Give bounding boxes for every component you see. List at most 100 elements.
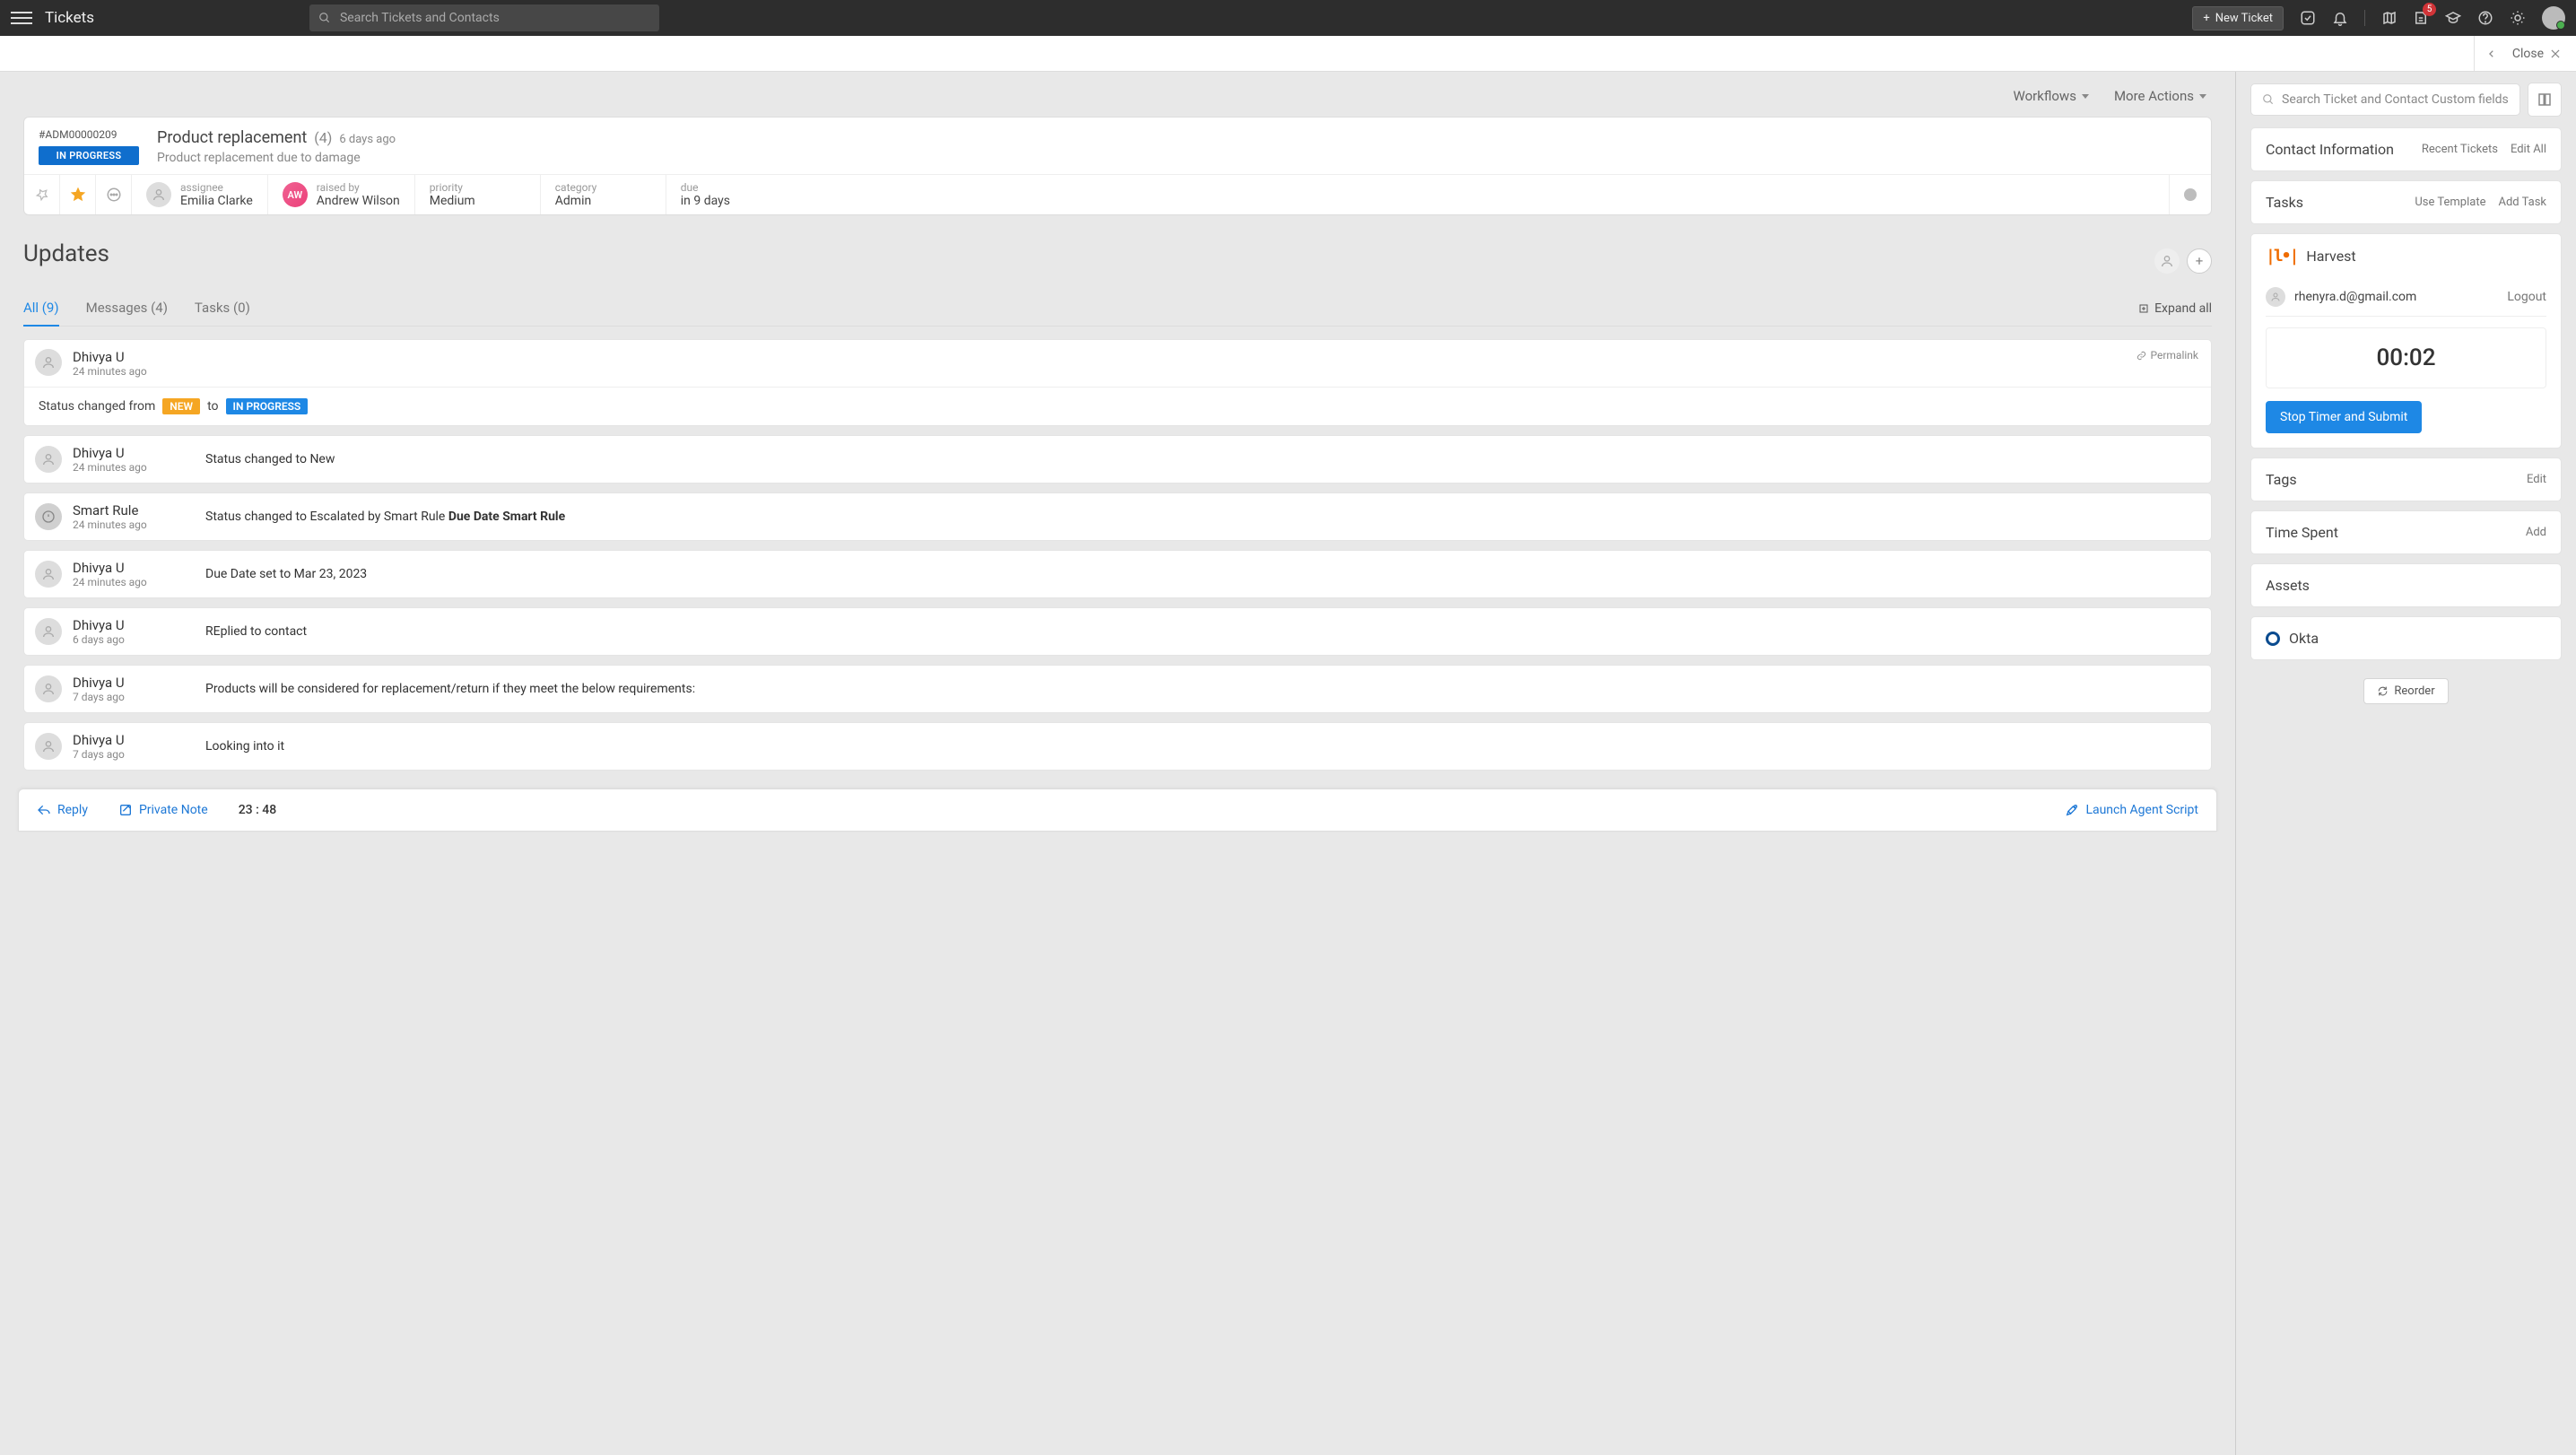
update-card[interactable]: Dhivya U7 days agoLooking into it — [23, 722, 2212, 771]
recent-tickets-link[interactable]: Recent Tickets — [2422, 143, 2498, 156]
private-note-button[interactable]: Private Note — [118, 803, 208, 817]
prev-button[interactable] — [2474, 36, 2509, 71]
assignee-cell[interactable]: assignee Emilia Clarke — [132, 175, 268, 214]
timespent-card[interactable]: Time Spent Add — [2250, 510, 2562, 554]
update-content: Status changed to New — [205, 452, 335, 466]
update-content: REplied to contact — [205, 624, 307, 639]
search-placeholder: Search Tickets and Contacts — [340, 11, 500, 25]
assignee-label: assignee — [180, 181, 253, 194]
update-card[interactable]: Smart Rule24 minutes agoStatus changed t… — [23, 492, 2212, 541]
expand-all-button[interactable]: Expand all — [2138, 300, 2212, 326]
ellipsis-icon — [106, 187, 122, 203]
more-button[interactable] — [96, 175, 132, 214]
user-icon — [2160, 254, 2174, 268]
right-book-button[interactable] — [2528, 83, 2562, 117]
update-header: Dhivya U24 minutes agoStatus changed to … — [24, 436, 2211, 483]
update-avatar — [35, 675, 62, 702]
closebar: Close — [0, 36, 2576, 72]
ticket-count: (4) — [314, 129, 332, 146]
inbox-icon[interactable]: 5 — [2413, 10, 2429, 26]
due-value: in 9 days — [681, 194, 730, 208]
bottombar-timer: 23 : 48 — [239, 803, 276, 817]
hamburger-menu[interactable] — [11, 7, 32, 29]
chevron-down-icon — [2199, 94, 2206, 99]
close-button[interactable]: Close — [2512, 47, 2562, 61]
approve-icon[interactable] — [2300, 10, 2316, 26]
right-search-input[interactable]: Search Ticket and Contact Custom fields — [2250, 83, 2520, 116]
tasks-card[interactable]: Tasks Use Template Add Task — [2250, 180, 2562, 224]
reorder-button[interactable]: Reorder — [2363, 678, 2448, 704]
contact-info-card[interactable]: Contact Information Recent Tickets Edit … — [2250, 127, 2562, 171]
pin-button[interactable] — [24, 175, 60, 214]
logout-link[interactable]: Logout — [2507, 290, 2546, 304]
search-icon — [318, 12, 331, 24]
due-cell[interactable]: due in 9 days — [666, 175, 2170, 214]
update-avatar — [35, 503, 62, 530]
tab-tasks[interactable]: Tasks (0) — [195, 300, 250, 326]
update-card[interactable]: Dhivya U6 days agoREplied to contact — [23, 607, 2212, 656]
edit-all-link[interactable]: Edit All — [2511, 143, 2546, 156]
user-icon — [152, 187, 166, 202]
update-card[interactable]: Dhivya U24 minutes agoPermalinkStatus ch… — [23, 339, 2212, 426]
update-content: Due Date set to Mar 23, 2023 — [205, 567, 367, 581]
priority-cell[interactable]: priority Medium — [415, 175, 541, 214]
new-ticket-button[interactable]: + New Ticket — [2192, 6, 2284, 30]
category-label: category — [555, 181, 597, 194]
user-avatar[interactable] — [2542, 6, 2565, 30]
help-icon[interactable] — [2477, 10, 2493, 26]
theme-icon[interactable] — [2510, 10, 2526, 26]
update-card[interactable]: Dhivya U7 days agoProducts will be consi… — [23, 665, 2212, 713]
reply-button[interactable]: Reply — [37, 803, 88, 817]
reply-icon — [37, 803, 51, 817]
raised-by-cell[interactable]: AW raised by Andrew Wilson — [268, 175, 415, 214]
launch-script-button[interactable]: Launch Agent Script — [2065, 803, 2198, 817]
permalink-link[interactable]: Permalink — [2137, 349, 2198, 362]
due-label: due — [681, 181, 730, 194]
update-avatar — [35, 733, 62, 760]
update-card[interactable]: Dhivya U24 minutes agoDue Date set to Ma… — [23, 550, 2212, 598]
add-participant-button[interactable]: + — [2187, 248, 2212, 274]
update-header: Dhivya U24 minutes agoPermalink — [24, 340, 2211, 387]
search-input[interactable]: Search Tickets and Contacts — [309, 4, 659, 31]
close-label: Close — [2512, 47, 2544, 61]
update-author: Dhivya U — [73, 560, 180, 576]
more-actions-dropdown[interactable]: More Actions — [2114, 88, 2206, 104]
plus-icon: + — [2196, 253, 2204, 269]
use-template-link[interactable]: Use Template — [2415, 196, 2485, 209]
graduation-icon[interactable] — [2445, 10, 2461, 26]
update-card[interactable]: Dhivya U24 minutes agoStatus changed to … — [23, 435, 2212, 484]
chevron-left-icon — [2487, 48, 2496, 60]
ticket-status-chip: IN PROGRESS — [39, 146, 139, 165]
update-author: Dhivya U — [73, 617, 180, 633]
okta-card[interactable]: Okta — [2250, 616, 2562, 660]
private-note-label: Private Note — [139, 803, 208, 817]
tab-messages[interactable]: Messages (4) — [86, 300, 168, 326]
tab-all[interactable]: All (9) — [23, 300, 59, 327]
workflows-dropdown[interactable]: Workflows — [2014, 88, 2089, 104]
add-task-link[interactable]: Add Task — [2498, 196, 2546, 209]
stop-timer-button[interactable]: Stop Timer and Submit — [2266, 401, 2422, 433]
bell-icon[interactable] — [2332, 10, 2348, 26]
category-cell[interactable]: category Admin — [541, 175, 666, 214]
update-header: Dhivya U7 days agoProducts will be consi… — [24, 666, 2211, 712]
raised-by-label: raised by — [317, 181, 400, 194]
assignee-value: Emilia Clarke — [180, 194, 253, 208]
update-header: Dhivya U6 days agoREplied to contact — [24, 608, 2211, 655]
tags-card[interactable]: Tags Edit — [2250, 457, 2562, 501]
raised-by-value: Andrew Wilson — [317, 194, 400, 208]
notif-badge: 5 — [2423, 3, 2436, 16]
search-icon — [2262, 93, 2275, 106]
new-ticket-label: New Ticket — [2215, 12, 2273, 25]
category-value: Admin — [555, 194, 597, 208]
timespent-title: Time Spent — [2266, 524, 2338, 541]
update-author: Dhivya U — [73, 349, 147, 365]
timespent-add-link[interactable]: Add — [2526, 526, 2546, 539]
participants-avatar[interactable] — [2154, 248, 2180, 274]
tags-edit-link[interactable]: Edit — [2527, 473, 2546, 486]
status-dot-cell[interactable] — [2170, 175, 2211, 214]
map-icon[interactable] — [2364, 10, 2397, 26]
assets-card[interactable]: Assets — [2250, 563, 2562, 607]
star-button[interactable] — [60, 175, 96, 214]
update-author: Dhivya U — [73, 445, 180, 461]
close-icon — [2549, 48, 2562, 60]
